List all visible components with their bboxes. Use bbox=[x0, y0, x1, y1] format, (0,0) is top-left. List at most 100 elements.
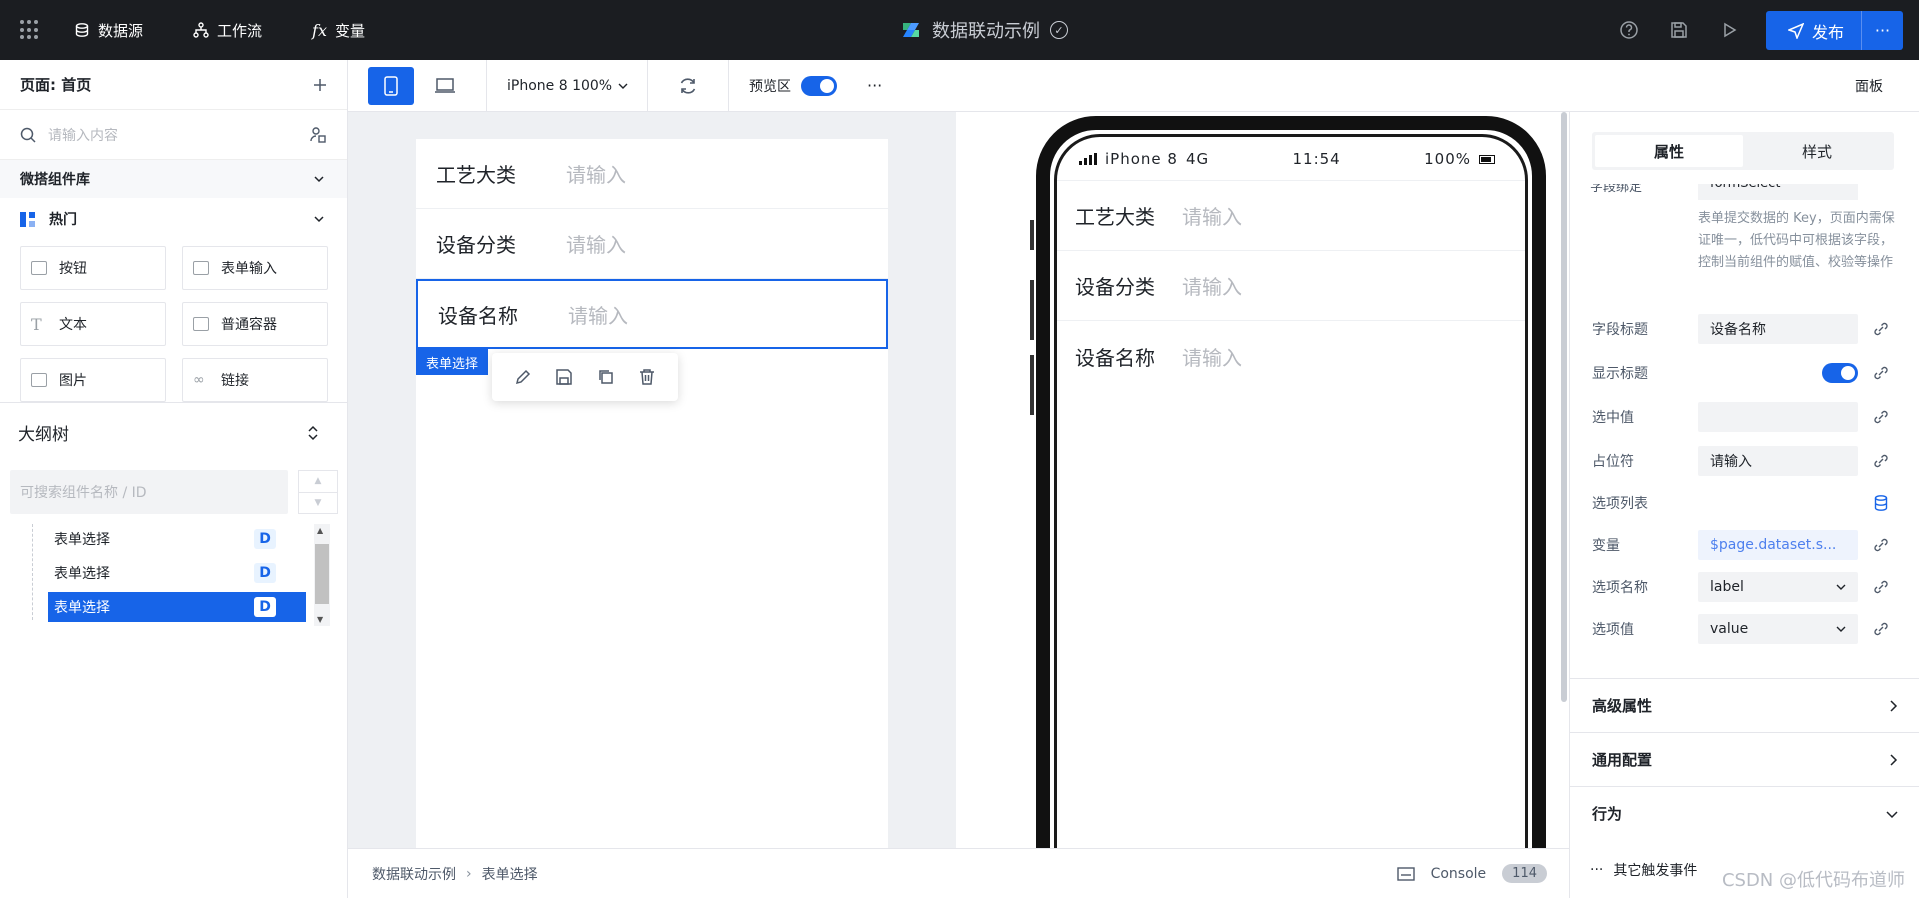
nav-variable[interactable]: fx 变量 bbox=[312, 20, 365, 41]
tree-item-selected[interactable]: 表单选择 D bbox=[48, 592, 306, 622]
refresh-button[interactable] bbox=[648, 76, 728, 96]
bind-link-icon[interactable] bbox=[1872, 620, 1890, 638]
option-name-select[interactable]: label bbox=[1698, 572, 1858, 602]
hot-category-header[interactable]: 热门 bbox=[0, 198, 347, 240]
bind-link-icon[interactable] bbox=[1872, 364, 1890, 382]
section-advanced[interactable]: 高级属性 bbox=[1570, 678, 1919, 732]
preview-toggle[interactable] bbox=[801, 75, 837, 96]
selected-component-tag[interactable]: 表单选择 bbox=[416, 349, 488, 375]
bind-link-icon[interactable] bbox=[1872, 578, 1890, 596]
page-selector[interactable]: 页面: 首页 bbox=[0, 60, 347, 110]
outline-up-button[interactable]: ▲ bbox=[299, 471, 337, 492]
tree-guide-line bbox=[32, 524, 33, 620]
tree-item[interactable]: 表单选择 D bbox=[48, 558, 306, 588]
preview-form-row[interactable]: 设备名称 请输入 bbox=[1057, 321, 1525, 391]
add-page-icon[interactable] bbox=[313, 78, 327, 92]
workflow-icon bbox=[193, 22, 209, 38]
scroll-up-arrow[interactable]: ▲ bbox=[317, 526, 323, 535]
variable-input[interactable]: $page.dataset.s... bbox=[1698, 530, 1858, 560]
chevron-down-icon bbox=[314, 176, 324, 183]
top-nav: 数据源 工作流 fx 变量 bbox=[74, 20, 365, 41]
console-toggle[interactable]: Console 114 bbox=[1396, 864, 1547, 883]
fx-icon: fx bbox=[312, 20, 327, 40]
device-selector[interactable]: iPhone 8 100% bbox=[507, 78, 647, 94]
chevron-down-icon bbox=[1886, 810, 1898, 818]
copy-icon[interactable] bbox=[597, 368, 615, 386]
tree-scroll-thumb[interactable] bbox=[315, 544, 329, 604]
field-binding-input[interactable]: formSelect bbox=[1698, 184, 1858, 200]
component-search[interactable]: 请输入内容 bbox=[0, 110, 347, 160]
prop-options-list: 选项列表 bbox=[1592, 488, 1902, 518]
component-container[interactable]: 普通容器 bbox=[182, 302, 328, 346]
publish-button[interactable]: 发布 ··· bbox=[1766, 11, 1903, 50]
publish-more-button[interactable]: ··· bbox=[1862, 21, 1903, 40]
scroll-down-arrow[interactable]: ▼ bbox=[317, 615, 323, 624]
nav-datasource[interactable]: 数据源 bbox=[74, 20, 143, 41]
preview-form-row[interactable]: 工艺大类 请输入 bbox=[1057, 181, 1525, 251]
help-icon[interactable] bbox=[1619, 20, 1639, 40]
prop-selected-value: 选中值 bbox=[1592, 402, 1902, 432]
edit-icon[interactable] bbox=[514, 368, 532, 386]
phone-status-bar: iPhone 8 4G 11:54 100% bbox=[1057, 137, 1525, 181]
tree-item[interactable]: 表单选择 D bbox=[48, 524, 306, 554]
publish-main[interactable]: 发布 bbox=[1766, 19, 1861, 43]
console-count-badge: 114 bbox=[1502, 864, 1547, 883]
chevron-right-icon bbox=[1890, 753, 1898, 766]
other-events[interactable]: ··· 其它触发事件 bbox=[1590, 860, 1697, 880]
component-form-input[interactable]: 表单输入 bbox=[182, 246, 328, 290]
nav-workflow[interactable]: 工作流 bbox=[193, 20, 262, 41]
component-image[interactable]: 图片 bbox=[20, 358, 166, 402]
prop-label: 显示标题 bbox=[1592, 366, 1648, 382]
tab-styles[interactable]: 样式 bbox=[1743, 135, 1891, 167]
bind-link-icon[interactable] bbox=[1872, 408, 1890, 426]
app-grid-icon[interactable] bbox=[20, 20, 40, 40]
outline-search-input[interactable]: 可搜索组件名称 / ID bbox=[10, 470, 288, 514]
library-header[interactable]: 微搭组件库 bbox=[0, 160, 347, 198]
database-icon bbox=[75, 23, 89, 37]
section-behavior[interactable]: 行为 bbox=[1570, 786, 1919, 840]
data-badge: D bbox=[254, 529, 276, 549]
mobile-view-button[interactable] bbox=[368, 66, 414, 105]
selected-value-input[interactable] bbox=[1698, 402, 1858, 432]
toolbar-more-button[interactable]: ··· bbox=[867, 76, 882, 95]
component-button[interactable]: 按钮 bbox=[20, 246, 166, 290]
expand-collapse-icon[interactable] bbox=[307, 425, 319, 441]
component-link[interactable]: ∞ 链接 bbox=[182, 358, 328, 402]
breadcrumb-item[interactable]: 表单选择 bbox=[482, 864, 538, 884]
data-badge: D bbox=[254, 597, 276, 617]
canvas-scrollbar[interactable] bbox=[1561, 112, 1567, 702]
outline-down-button[interactable]: ▼ bbox=[299, 491, 337, 514]
save-icon[interactable] bbox=[1669, 20, 1689, 40]
component-search-input[interactable]: 请输入内容 bbox=[48, 125, 297, 145]
placeholder-input[interactable]: 请输入 bbox=[1698, 446, 1858, 476]
breadcrumb-item[interactable]: 数据联动示例 bbox=[372, 864, 456, 884]
component-text[interactable]: T 文本 bbox=[20, 302, 166, 346]
editor-form-row[interactable]: 设备分类 请输入 bbox=[416, 209, 888, 279]
battery-icon bbox=[1479, 154, 1495, 164]
delete-icon[interactable] bbox=[638, 368, 656, 386]
play-icon[interactable] bbox=[1719, 20, 1739, 40]
field-title-input[interactable]: 设备名称 bbox=[1698, 314, 1858, 344]
save-template-icon[interactable] bbox=[555, 368, 573, 386]
prop-placeholder: 占位符 请输入 bbox=[1592, 446, 1902, 476]
show-title-toggle[interactable] bbox=[1822, 363, 1858, 383]
bind-link-icon[interactable] bbox=[1872, 536, 1890, 554]
panel-toggle[interactable]: 面板 bbox=[1855, 76, 1883, 96]
desktop-view-button[interactable] bbox=[422, 67, 468, 105]
database-bind-icon[interactable] bbox=[1872, 494, 1890, 512]
option-value-select[interactable]: value bbox=[1698, 614, 1858, 644]
editor-form-row-selected[interactable]: 设备名称 请输入 bbox=[416, 279, 888, 349]
outline-title: 大纲树 bbox=[18, 425, 69, 445]
bottom-status-bar: 数据联动示例 › 表单选择 Console 114 bbox=[348, 848, 1569, 898]
section-general[interactable]: 通用配置 bbox=[1570, 732, 1919, 786]
tree-scrollbar[interactable]: ▲ ▼ bbox=[314, 524, 330, 626]
component-filter-icon[interactable] bbox=[309, 126, 327, 144]
form-row-label: 工艺大类 bbox=[436, 163, 516, 187]
bind-link-icon[interactable] bbox=[1872, 320, 1890, 338]
editor-form-row[interactable]: 工艺大类 请输入 bbox=[416, 139, 888, 209]
tab-properties[interactable]: 属性 bbox=[1595, 135, 1743, 167]
preview-form-row[interactable]: 设备分类 请输入 bbox=[1057, 251, 1525, 321]
bind-link-icon[interactable] bbox=[1872, 452, 1890, 470]
prop-label: 选项列表 bbox=[1592, 496, 1648, 512]
app-title-area: 数据联动示例 ✓ bbox=[900, 0, 1068, 60]
